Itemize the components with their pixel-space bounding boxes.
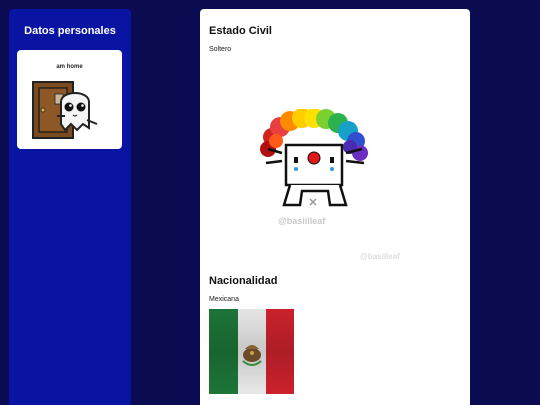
- civil-status-heading: Estado Civil: [209, 25, 272, 37]
- profile-image-caption: am home: [56, 64, 83, 70]
- profile-image-card[interactable]: am home: [17, 50, 122, 149]
- nationality-value: Mexicana: [209, 296, 239, 303]
- watermark-secondary: @basiileaf: [360, 252, 400, 261]
- nationality-heading: Nacionalidad: [209, 275, 278, 287]
- sidebar: Datos personales am home: [9, 9, 131, 405]
- personal-info-panel: Estado Civil Soltero @basiilleaf @basiil…: [200, 9, 470, 405]
- clown-cat-illustration: [260, 109, 368, 207]
- mexico-flag-image: [209, 309, 294, 394]
- watermark-primary: @basiilleaf: [278, 216, 326, 226]
- home-cat-illustration: [32, 81, 98, 139]
- civil-status-value: Soltero: [209, 46, 232, 53]
- sidebar-title: Datos personales: [24, 25, 116, 37]
